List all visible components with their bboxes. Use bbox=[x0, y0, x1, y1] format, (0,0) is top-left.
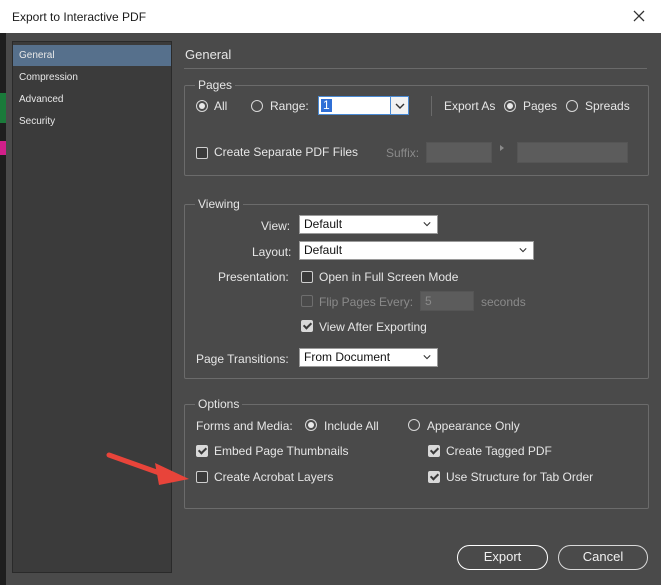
export-as-label: Export As bbox=[444, 99, 496, 113]
range-radio[interactable] bbox=[251, 100, 263, 112]
range-label: Range: bbox=[270, 99, 309, 113]
chevron-down-icon bbox=[423, 355, 431, 360]
view-label: View: bbox=[261, 219, 291, 233]
all-pages-label: All bbox=[214, 99, 228, 113]
range-value: 1 bbox=[321, 98, 332, 112]
chevron-down-icon bbox=[395, 103, 405, 109]
chevron-down-icon bbox=[423, 222, 431, 227]
presentation-label: Presentation: bbox=[218, 270, 289, 284]
acrobat-layers-checkbox[interactable] bbox=[196, 471, 208, 483]
pages-legend: Pages bbox=[198, 78, 233, 92]
page-transitions-label: Page Transitions: bbox=[196, 352, 289, 366]
export-spreads-radio[interactable] bbox=[566, 100, 578, 112]
page-transitions-value: From Document bbox=[304, 350, 391, 364]
layout-value: Default bbox=[304, 243, 343, 257]
sidebar-item-advanced[interactable]: Advanced bbox=[13, 89, 171, 110]
close-icon[interactable] bbox=[627, 4, 651, 28]
cancel-button[interactable]: Cancel bbox=[558, 545, 648, 570]
view-after-exporting-label: View After Exporting bbox=[319, 320, 427, 334]
flip-pages-checkbox[interactable] bbox=[301, 295, 313, 307]
background-window-edge bbox=[0, 33, 6, 585]
section-title: General bbox=[185, 47, 232, 62]
suffix-input[interactable] bbox=[426, 142, 492, 163]
flip-value: 5 bbox=[425, 294, 432, 308]
create-tagged-pdf-label: Create Tagged PDF bbox=[446, 444, 552, 458]
seconds-label: seconds bbox=[481, 295, 526, 309]
view-after-exporting-checkbox[interactable] bbox=[301, 320, 313, 332]
appearance-only-radio[interactable] bbox=[408, 419, 420, 431]
options-legend: Options bbox=[198, 397, 240, 411]
forms-media-label: Forms and Media: bbox=[196, 419, 293, 433]
appearance-only-label: Appearance Only bbox=[427, 419, 520, 433]
annotation-arrow-icon bbox=[106, 452, 189, 485]
structure-tab-order-label: Use Structure for Tab Order bbox=[446, 470, 594, 484]
sidebar-item-security[interactable]: Security bbox=[13, 111, 171, 132]
range-dropdown-button[interactable] bbox=[390, 96, 409, 115]
flip-pages-label: Flip Pages Every: bbox=[319, 295, 414, 309]
flip-seconds-input[interactable]: 5 bbox=[420, 291, 474, 311]
full-screen-label: Open in Full Screen Mode bbox=[319, 270, 459, 284]
export-pages-radio[interactable] bbox=[504, 100, 516, 112]
export-as-separator bbox=[431, 96, 432, 116]
acrobat-layers-label: Create Acrobat Layers bbox=[214, 470, 334, 484]
title-bar: Export to Interactive PDF bbox=[0, 0, 661, 33]
export-pages-label: Pages bbox=[523, 99, 558, 113]
suffix-label: Suffix: bbox=[386, 146, 420, 160]
suffix-arrow-icon bbox=[500, 145, 504, 151]
separate-pdf-files-label: Create Separate PDF Files bbox=[214, 145, 359, 159]
structure-tab-order-checkbox[interactable] bbox=[428, 471, 440, 483]
export-button[interactable]: Export bbox=[457, 545, 548, 570]
create-tagged-pdf-checkbox[interactable] bbox=[428, 445, 440, 457]
layout-label: Layout: bbox=[252, 245, 292, 259]
sidebar-item-general[interactable]: General bbox=[13, 45, 171, 66]
full-screen-checkbox[interactable] bbox=[301, 271, 313, 283]
embed-thumbnails-checkbox[interactable] bbox=[196, 445, 208, 457]
section-divider bbox=[184, 68, 647, 69]
window-title: Export to Interactive PDF bbox=[12, 10, 147, 24]
include-all-label: Include All bbox=[324, 419, 379, 433]
viewing-legend: Viewing bbox=[198, 197, 240, 211]
include-all-radio[interactable] bbox=[305, 419, 317, 431]
sidebar-item-compression[interactable]: Compression bbox=[13, 67, 171, 88]
layout-dropdown[interactable]: Default bbox=[299, 241, 534, 260]
embed-thumbnails-label: Embed Page Thumbnails bbox=[214, 444, 349, 458]
view-dropdown[interactable]: Default bbox=[299, 215, 438, 234]
separate-pdf-files-checkbox[interactable] bbox=[196, 147, 208, 159]
suffix-token-field[interactable] bbox=[517, 142, 628, 163]
view-value: Default bbox=[304, 217, 343, 231]
all-pages-radio[interactable] bbox=[196, 100, 208, 112]
export-spreads-label: Spreads bbox=[585, 99, 630, 113]
chevron-down-icon bbox=[519, 248, 527, 253]
page-transitions-dropdown[interactable]: From Document bbox=[299, 348, 438, 367]
category-sidebar: General Compression Advanced Security bbox=[12, 41, 172, 573]
